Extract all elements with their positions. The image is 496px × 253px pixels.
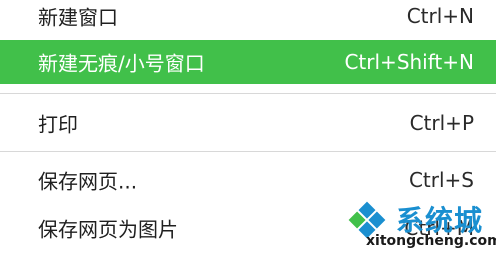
menu-item-new-window[interactable]: 新建窗口 Ctrl+N <box>0 0 496 38</box>
menu-item-print[interactable]: 打印 Ctrl+P <box>0 101 496 145</box>
menu-item-shortcut: Ctrl+Shift+N <box>344 50 474 74</box>
menu-item-label: 保存网页... <box>38 169 138 194</box>
menu-separator <box>0 93 496 94</box>
menu-item-shortcut: Ctrl+N <box>406 4 474 28</box>
menu-item-label: 新建窗口 <box>38 5 118 30</box>
menu-item-label: 保存网页为图片 <box>38 217 178 242</box>
menu-separator <box>0 151 496 152</box>
menu-item-shortcut: Ctrl+S <box>408 168 474 192</box>
menu-item-shortcut: Ctrl+P <box>409 111 474 135</box>
watermark: 系统城 xitongcheng.com <box>336 196 496 253</box>
watermark-url: xitongcheng.com <box>366 233 496 249</box>
menu-item-label: 打印 <box>38 112 78 137</box>
menu-item-label: 新建无痕/小号窗口 <box>38 51 205 76</box>
menu-item-new-incognito-window[interactable]: 新建无痕/小号窗口 Ctrl+Shift+N <box>0 40 496 84</box>
